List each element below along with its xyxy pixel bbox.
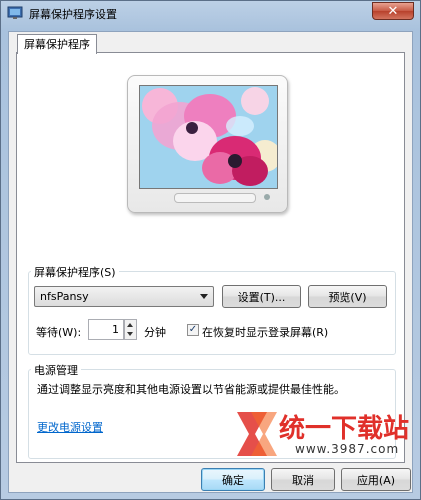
screensaver-group-label: 屏幕保护程序(S) [31,264,119,280]
wait-minutes-stepper[interactable] [124,319,137,340]
screensaver-group [28,271,396,355]
apply-button[interactable]: 应用(A) [341,468,411,491]
monitor-slot [174,193,256,203]
ok-button[interactable]: 确定 [201,468,265,491]
power-description: 通过调整显示亮度和其他电源设置以节省能源或提供最佳性能。 [37,383,345,396]
resume-login-checkbox[interactable]: ✓ [187,324,199,336]
spin-down-icon[interactable] [127,332,133,336]
resume-login-label[interactable]: 在恢复时显示登录屏幕(R) [202,324,328,340]
watermark-logo: 统一下载站 www.3987.com [233,406,413,462]
power-group-label: 电源管理 [31,362,81,378]
display-settings-icon [7,6,23,19]
watermark-url: www.3987.com [295,442,400,456]
wait-minutes-input[interactable]: 1 [88,319,124,340]
preview-button[interactable]: 预览(V) [308,285,387,308]
wait-label: 等待(W): [36,326,82,339]
preview-screen [139,85,278,189]
screensaver-selected-value: nfsPansy [40,290,89,303]
screensaver-preview-monitor [127,75,288,213]
pansy-preview-image [140,86,277,188]
power-led [264,194,270,200]
title-bar[interactable]: 屏幕保护程序设置 ✕ [1,1,420,25]
close-button[interactable]: ✕ [372,2,414,20]
tab-screensaver[interactable]: 屏幕保护程序 [17,34,97,54]
change-power-settings-link[interactable]: 更改电源设置 [37,419,103,435]
screensaver-select[interactable]: nfsPansy [34,286,214,307]
settings-button[interactable]: 设置(T)... [222,285,301,308]
spin-up-icon[interactable] [127,323,133,327]
chevron-down-icon [200,294,208,299]
close-icon: ✕ [387,3,399,19]
cancel-button[interactable]: 取消 [271,468,335,491]
window-title: 屏幕保护程序设置 [29,8,117,21]
watermark-text: 统一下载站 [279,414,410,444]
checkmark-icon: ✓ [188,324,198,335]
wait-unit-label: 分钟 [144,326,166,339]
dialog-window: 屏幕保护程序设置 ✕ 屏幕保护程序 屏幕保护程序(S) nfsPansy 设置(… [0,0,421,500]
